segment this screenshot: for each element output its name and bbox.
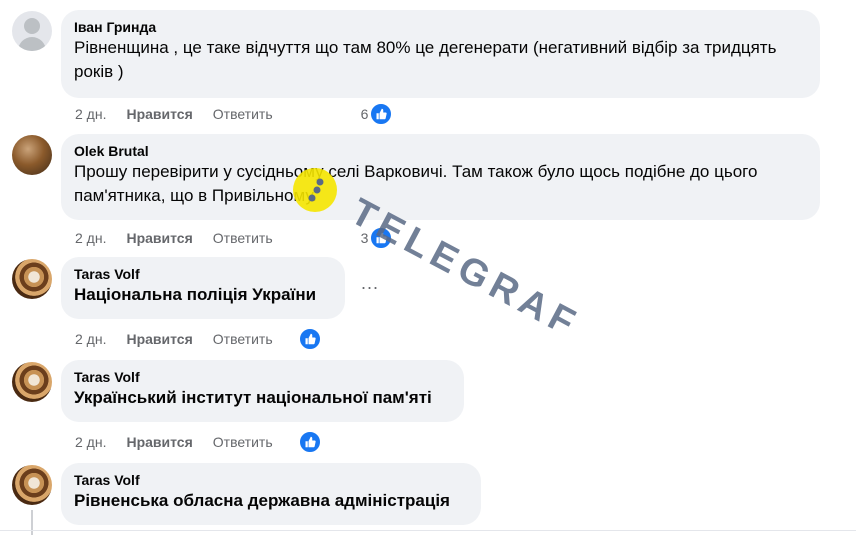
comment-text: Прошу перевірити у сусідньому селі Варко… [74,162,758,205]
thumbs-up-icon [370,227,393,249]
thumbs-up-icon [298,328,321,350]
more-options-button[interactable]: ... [361,273,379,294]
divider [0,530,856,531]
avatar[interactable] [12,259,52,299]
comment-time[interactable]: 2 дн. [75,105,106,123]
comment-bubble: Taras Volf Український інститут націонал… [61,360,464,422]
comment-bubble: Іван Гринда Рівненщина , це таке відчутт… [61,10,820,98]
avatar[interactable] [12,465,52,505]
avatar[interactable] [12,362,52,402]
reply-button[interactable]: Ответить [213,105,273,123]
reaction-count[interactable] [298,431,321,453]
avatar[interactable] [12,135,52,175]
comment-author[interactable]: Olek Brutal [74,142,807,160]
reply-button[interactable]: Ответить [213,433,273,451]
comment-author[interactable]: Taras Volf [74,368,451,386]
comment-time[interactable]: 2 дн. [75,330,106,348]
comment-actions: 2 дн. Нравится Ответить 6 [75,103,393,125]
comment-text: Національна поліція України [74,285,317,304]
like-button[interactable]: Нравится [126,229,192,247]
comment-bubble: Olek Brutal Прошу перевірити у сусідньом… [61,134,820,220]
reaction-count[interactable]: 6 [361,103,393,125]
comment-bubble: Taras Volf Національна поліція України [61,257,345,319]
thumbs-up-icon [370,103,393,125]
comment-author[interactable]: Taras Volf [74,471,468,489]
comment-author[interactable]: Іван Гринда [74,18,807,36]
reaction-number: 6 [360,106,369,122]
comment-text: Український інститут національної пам'ят… [74,388,432,407]
comment-author[interactable]: Taras Volf [74,265,332,283]
thumbs-up-icon [298,431,321,453]
reaction-count[interactable] [298,328,321,350]
reaction-number: 3 [360,230,369,246]
reply-button[interactable]: Ответить [213,229,273,247]
comment-bubble: Taras Volf Рівненська обласна державна а… [61,463,481,525]
comment-time[interactable]: 2 дн. [75,433,106,451]
reply-button[interactable]: Ответить [213,330,273,348]
like-button[interactable]: Нравится [126,433,192,451]
like-button[interactable]: Нравится [126,105,192,123]
comment-time[interactable]: 2 дн. [75,229,106,247]
comment-text: Рівненська обласна державна адміністраці… [74,491,450,510]
avatar[interactable] [12,11,52,51]
comment-actions: 2 дн. Нравится Ответить [75,431,321,453]
comment-text: Рівненщина , це таке відчуття що там 80%… [74,38,777,81]
comment-actions: 2 дн. Нравится Ответить [75,328,321,350]
like-button[interactable]: Нравится [126,330,192,348]
comment-actions: 2 дн. Нравится Ответить 3 [75,227,393,249]
thread-line [31,510,33,535]
reaction-count[interactable]: 3 [361,227,393,249]
